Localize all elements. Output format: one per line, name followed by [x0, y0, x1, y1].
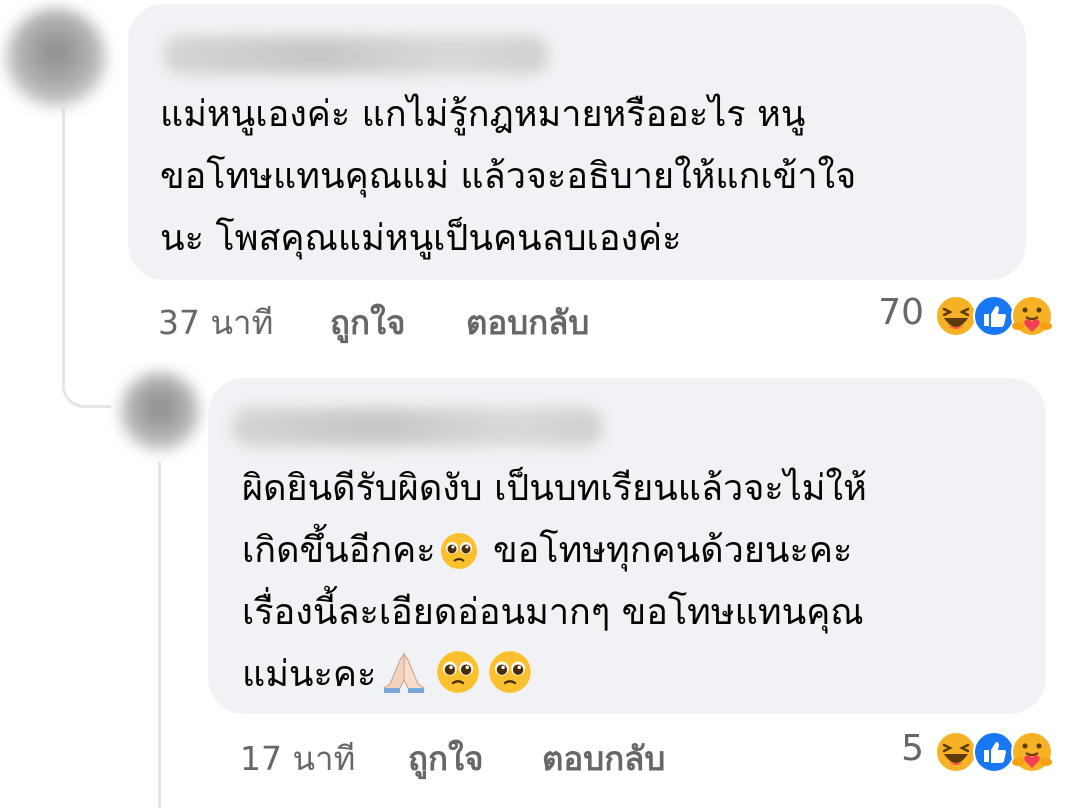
comment-bubble: ผิดยินดีรับผิดงับ เป็นบทเรียนแล้วจะไม่ให… [208, 378, 1046, 714]
comment-bubble: แม่หนูเองค่ะ แกไม่รู้กฎหมายหรืออะไร หนู … [128, 4, 1026, 280]
avatar[interactable] [120, 372, 200, 452]
reply-thread-line [158, 462, 161, 808]
author-name[interactable] [232, 408, 602, 446]
reaction-count[interactable]: 70 [860, 292, 924, 333]
care-icon [1011, 295, 1053, 337]
reaction-count[interactable]: 5 [880, 728, 924, 769]
comment-text: ผิดยินดีรับผิดงับ เป็นบทเรียนแล้วจะไม่ให… [242, 468, 867, 695]
comment-timestamp[interactable]: 17 นาที [240, 732, 355, 785]
reaction-icons[interactable] [934, 294, 1062, 338]
thread-line [62, 108, 65, 358]
reply-button[interactable]: ตอบกลับ [542, 732, 665, 785]
comment-timestamp[interactable]: 37 นาที [158, 296, 273, 349]
comment-text: แม่หนูเองค่ะ แกไม่รู้กฎหมายหรืออะไร หนู … [160, 94, 857, 259]
haha-icon [935, 295, 977, 337]
care-icon [1011, 731, 1053, 773]
thread-connector [62, 355, 111, 408]
folded-hands-icon [383, 652, 426, 693]
reaction-icons[interactable] [934, 730, 1062, 774]
like-button[interactable]: ถูกใจ [408, 732, 483, 785]
author-name[interactable] [164, 36, 548, 74]
avatar[interactable] [6, 8, 106, 108]
haha-icon [935, 731, 977, 773]
pleading-face-icon [437, 651, 480, 693]
reply-button[interactable]: ตอบกลับ [466, 296, 589, 349]
pleading-face-icon [489, 651, 532, 693]
like-button[interactable]: ถูกใจ [330, 296, 405, 349]
like-icon [973, 731, 1015, 773]
like-icon [973, 295, 1015, 337]
pleading-face-icon [440, 533, 477, 569]
